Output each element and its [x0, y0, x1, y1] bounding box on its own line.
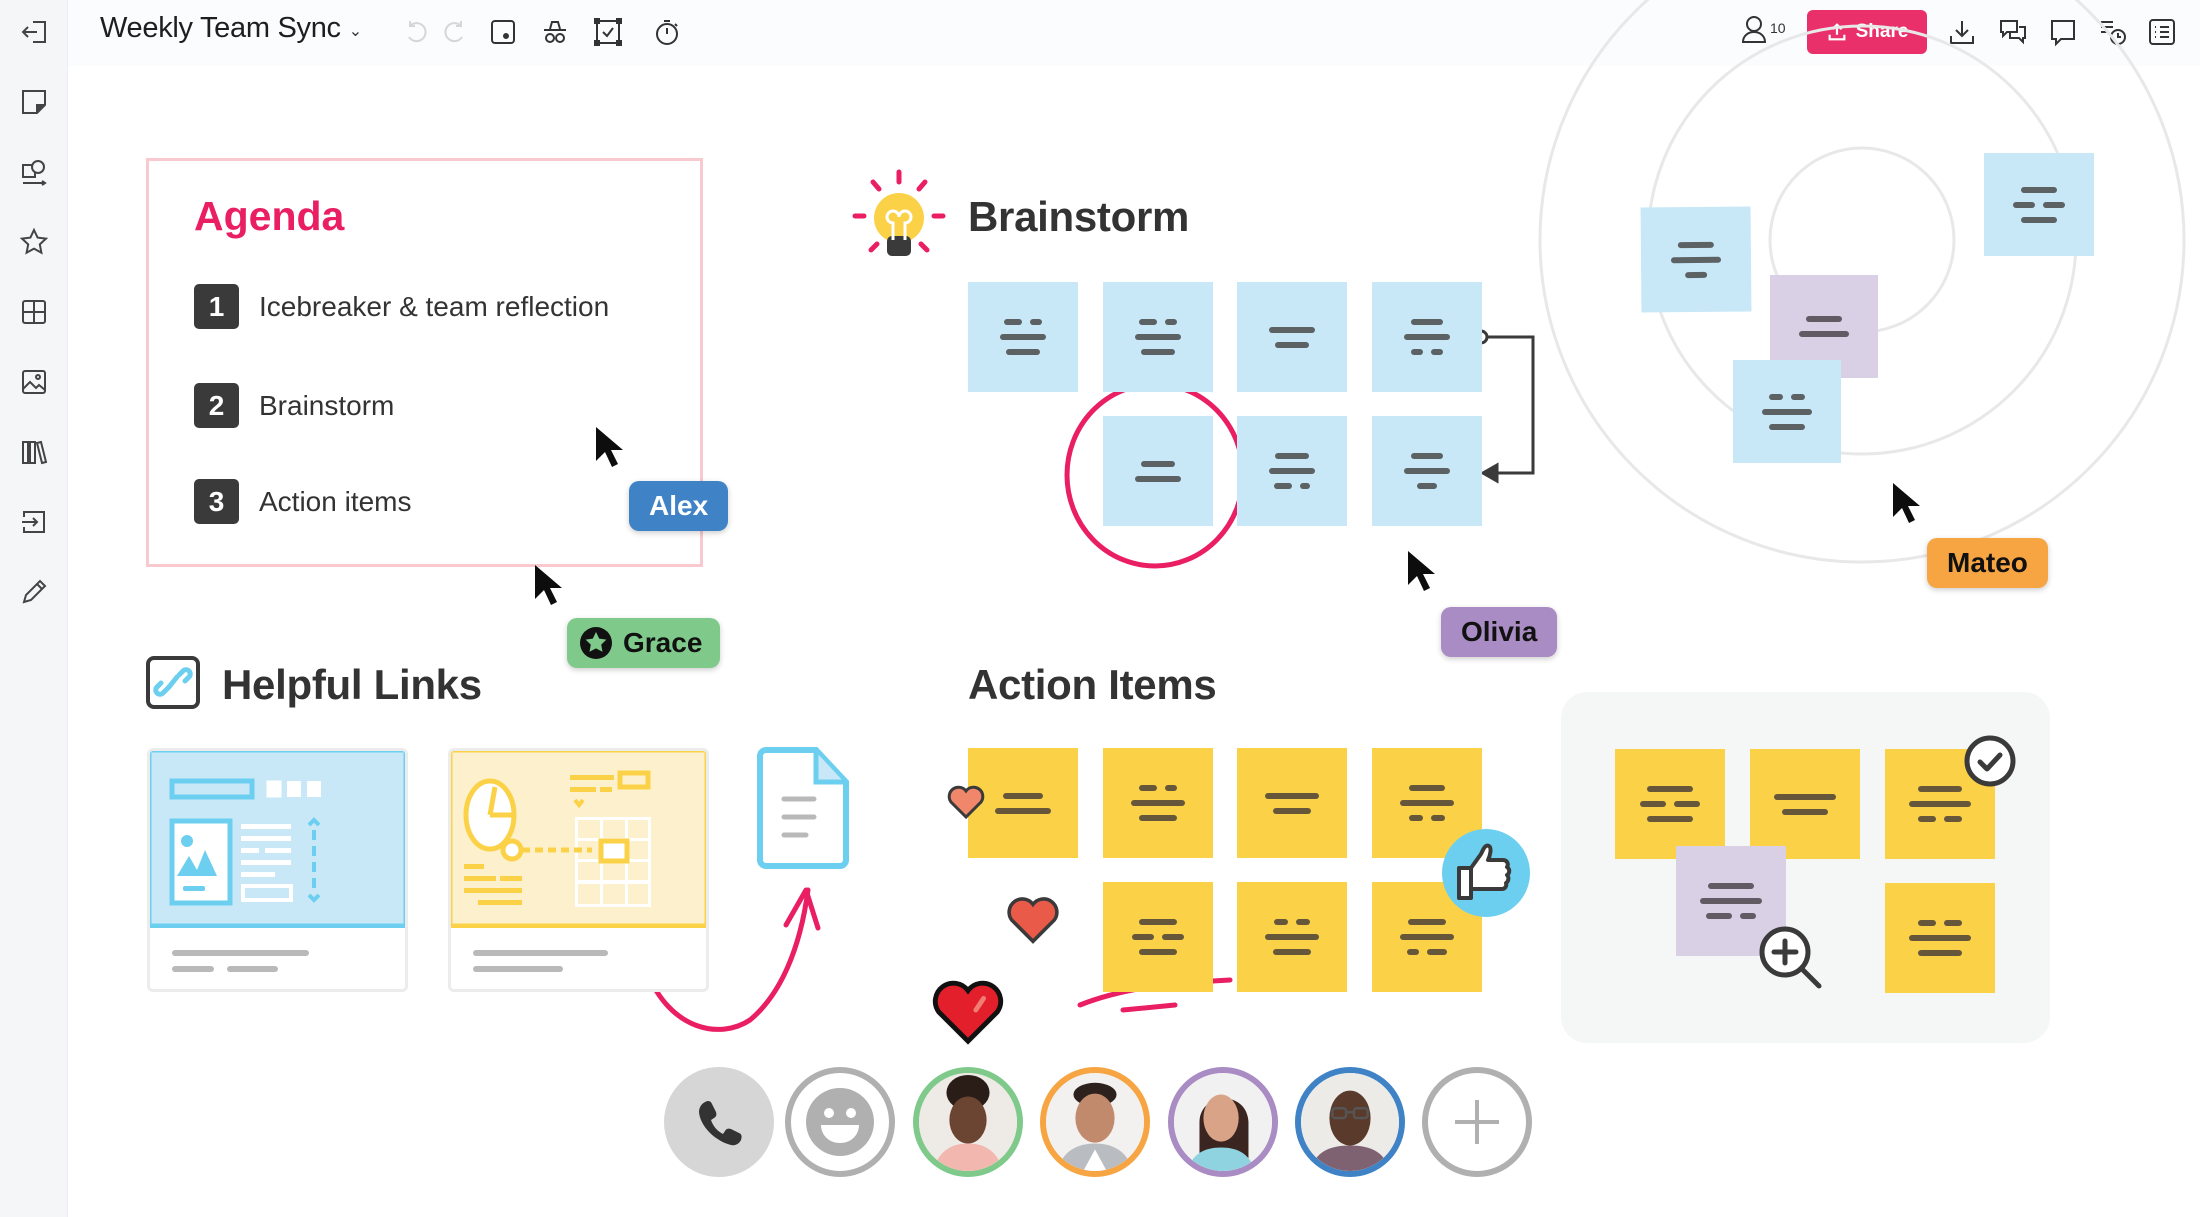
heart-reaction-icon — [1007, 897, 1059, 944]
link-card-spreadsheet[interactable] — [448, 748, 709, 992]
collaborator-tag-olivia[interactable]: Olivia — [1441, 607, 1558, 657]
agenda-item-number: 2 — [194, 383, 239, 428]
participant-photo — [1174, 1073, 1272, 1171]
collaborator-tag-alex[interactable]: Alex — [629, 481, 729, 531]
collaborator-tag-grace[interactable]: Grace — [567, 618, 721, 668]
link-card-webpage[interactable] — [147, 748, 408, 992]
invite-participant-button[interactable] — [1422, 1067, 1532, 1177]
sticky-note[interactable] — [1885, 883, 1995, 993]
lightbulb-icon — [852, 169, 946, 256]
check-circle-icon — [1964, 735, 2016, 787]
heart-reaction-icon — [947, 785, 985, 820]
participant-photo — [1046, 1073, 1144, 1171]
agenda-frame[interactable]: Agenda 1 Icebreaker & team reflection 2 … — [146, 158, 703, 567]
sticky-note[interactable] — [1237, 748, 1347, 858]
collaborator-name: Grace — [623, 627, 703, 658]
phone-icon — [699, 1100, 742, 1146]
agenda-item-number: 1 — [194, 284, 239, 329]
participant-avatar[interactable] — [913, 1067, 1023, 1177]
agenda-item[interactable]: 3 Action items — [194, 479, 412, 524]
link-icon — [146, 656, 200, 709]
sticky-note[interactable] — [1103, 416, 1213, 526]
link-caption-line — [473, 950, 608, 956]
collaborator-name: Alex — [649, 490, 709, 521]
link-caption-line — [227, 966, 278, 972]
sticky-note[interactable] — [1237, 882, 1347, 992]
spreadsheet-thumbnail-icon — [451, 751, 706, 928]
participant-avatar[interactable] — [1040, 1067, 1150, 1177]
agenda-item-number: 3 — [194, 479, 239, 524]
agenda-item-label: Brainstorm — [259, 389, 395, 421]
brainstorm-title: Brainstorm — [968, 193, 1190, 240]
underline-stroke — [1120, 1002, 1178, 1013]
sticky-note[interactable] — [1750, 749, 1860, 859]
agenda-item[interactable]: 1 Icebreaker & team reflection — [194, 284, 609, 329]
agenda-title: Agenda — [194, 193, 345, 239]
call-button[interactable] — [664, 1067, 774, 1177]
sticky-note[interactable] — [1372, 282, 1482, 392]
cursor-arrow-icon — [1893, 483, 1920, 523]
sticky-note[interactable] — [1237, 416, 1347, 526]
sticky-note[interactable] — [968, 282, 1078, 392]
helpful-links-title: Helpful Links — [222, 661, 482, 708]
collaborator-name: Mateo — [1947, 547, 2028, 578]
participant-avatar[interactable] — [1168, 1067, 1278, 1177]
zoom-in-icon — [1759, 926, 1822, 989]
participant-photo — [1301, 1073, 1399, 1171]
participant-avatar[interactable] — [1295, 1067, 1405, 1177]
sticky-note[interactable] — [1103, 882, 1213, 992]
sticky-note[interactable] — [1640, 206, 1752, 313]
agenda-item-label: Icebreaker & team reflection — [259, 290, 610, 322]
heart-reaction-icon — [932, 980, 1004, 1045]
document-icon[interactable] — [752, 746, 854, 870]
cursor-arrow-icon — [596, 427, 623, 467]
reactions-button[interactable] — [785, 1067, 895, 1177]
agenda-item[interactable]: 2 Brainstorm — [194, 383, 394, 428]
cursor-arrow-icon — [535, 565, 562, 605]
webpage-thumbnail-icon — [150, 751, 405, 928]
sticky-note[interactable] — [1103, 748, 1213, 858]
star-badge-icon — [580, 627, 612, 659]
participant-photo — [919, 1073, 1017, 1171]
link-caption-line — [473, 966, 563, 972]
sticky-note[interactable] — [1733, 360, 1841, 463]
sticky-note[interactable] — [1237, 282, 1347, 392]
sticky-note[interactable] — [1103, 282, 1213, 392]
action-items-title: Action Items — [968, 661, 1217, 708]
thumbs-up-reaction-icon — [1442, 829, 1530, 917]
agenda-item-label: Action items — [259, 485, 412, 517]
link-caption-line — [172, 966, 214, 972]
cursor-arrow-icon — [1408, 551, 1435, 591]
connector-arrow — [1473, 329, 1535, 484]
sticky-note[interactable] — [1984, 153, 2094, 256]
smiley-icon — [806, 1088, 874, 1156]
plus-icon — [1455, 1100, 1499, 1144]
link-caption-line — [172, 950, 309, 956]
collaborator-name: Olivia — [1461, 616, 1538, 647]
sticky-note[interactable] — [1372, 416, 1482, 526]
collaborator-tag-mateo[interactable]: Mateo — [1927, 538, 2048, 588]
sticky-note[interactable] — [1615, 749, 1725, 859]
